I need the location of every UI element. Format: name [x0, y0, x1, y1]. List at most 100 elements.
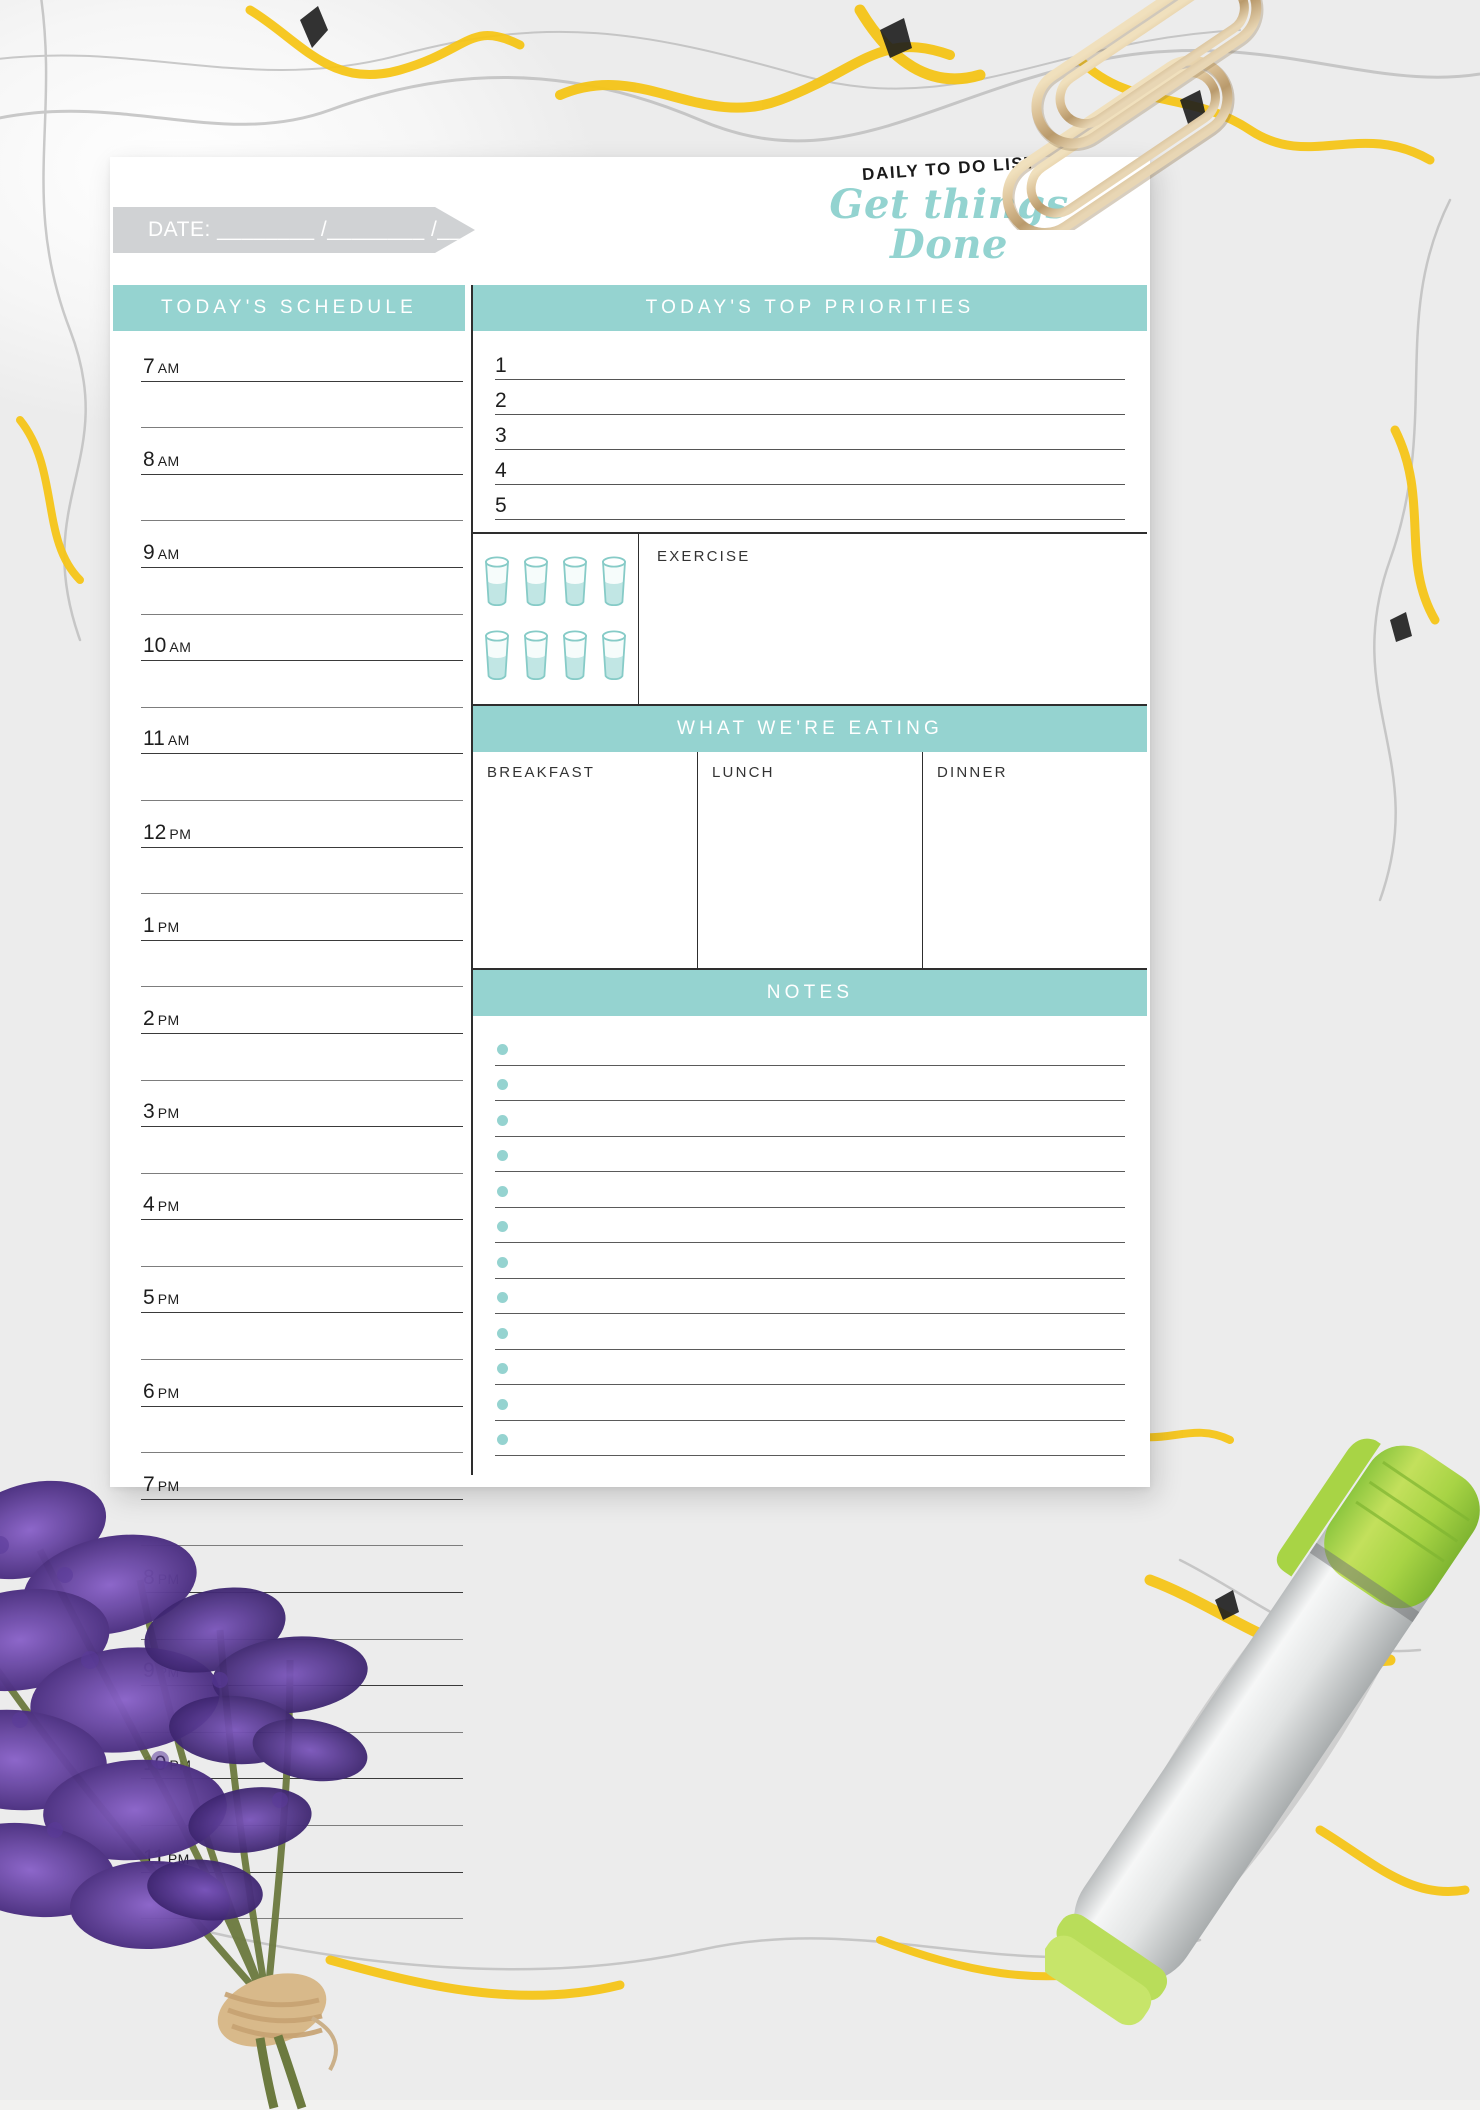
schedule-row[interactable] [113, 754, 471, 801]
schedule-row[interactable] [113, 1500, 471, 1547]
note-row[interactable] [495, 1208, 1125, 1243]
meals-row: BREAKFAST LUNCH DINNER [473, 752, 1147, 970]
water-exercise-row: EXERCISE [473, 534, 1147, 706]
date-banner[interactable]: DATE: ________ /________ /________ [113, 207, 475, 253]
schedule-row[interactable] [113, 1593, 471, 1640]
schedule-row[interactable] [113, 941, 471, 988]
schedule-time-label: 8 PM [143, 1566, 180, 1590]
schedule-row[interactable]: 9 AM [113, 521, 471, 568]
schedule-row[interactable] [113, 1873, 471, 1920]
water-glass-icon[interactable] [483, 628, 511, 685]
schedule-time-label: 7 AM [143, 354, 180, 378]
schedule-row[interactable]: 8 AM [113, 428, 471, 475]
priority-row[interactable]: 3 [495, 415, 1125, 450]
water-glass-icon[interactable] [561, 628, 589, 685]
water-glass-icon[interactable] [522, 628, 550, 685]
meal-label: DINNER [937, 764, 1008, 781]
schedule-time-label: 12 PM [143, 820, 192, 844]
water-glass-icon[interactable] [600, 628, 628, 685]
note-rule [495, 1455, 1125, 1456]
schedule-row[interactable] [113, 475, 471, 522]
schedule-time-label: 11 PM [143, 1845, 190, 1869]
water-glass-icon[interactable] [600, 554, 628, 611]
schedule-row[interactable] [113, 1779, 471, 1826]
schedule-row[interactable]: 12 PM [113, 801, 471, 848]
priority-row[interactable]: 4 [495, 450, 1125, 485]
schedule-row[interactable]: 11 PM [113, 1826, 471, 1873]
schedule-time-label: 1 PM [143, 913, 180, 937]
priority-row[interactable]: 5 [495, 485, 1125, 520]
date-field-label: DATE: ________ /________ /________ [148, 218, 535, 241]
schedule-time-label: 9 PM [143, 1659, 180, 1683]
priority-number: 1 [495, 354, 507, 377]
schedule-row[interactable] [113, 1686, 471, 1733]
note-row[interactable] [495, 1350, 1125, 1385]
note-row[interactable] [495, 1421, 1125, 1456]
meal-cell[interactable]: LUNCH [697, 752, 922, 968]
schedule-row[interactable] [113, 1313, 471, 1361]
note-row[interactable] [495, 1314, 1125, 1350]
schedule-time-label: 10 AM [143, 634, 192, 658]
schedule-time-label: 10 PM [143, 1752, 192, 1776]
meal-label: BREAKFAST [487, 764, 596, 781]
exercise-box[interactable]: EXERCISE [639, 534, 1147, 704]
schedule-time-label: 11 AM [143, 727, 190, 751]
schedule-row[interactable] [113, 1127, 471, 1174]
water-glass-icon[interactable] [483, 554, 511, 611]
priority-rule [495, 519, 1125, 520]
note-bullet-icon [497, 1221, 508, 1232]
note-row[interactable] [495, 1101, 1125, 1137]
note-bullet-icon [497, 1185, 508, 1197]
schedule-row[interactable]: 11 AM [113, 708, 471, 755]
schedule-row[interactable]: 10 AM [113, 615, 471, 662]
schedule-row[interactable]: 7 PM [113, 1453, 471, 1500]
note-row[interactable] [495, 1030, 1125, 1066]
schedule-row[interactable]: 7 AM [113, 335, 471, 382]
note-bullet-icon [497, 1292, 508, 1303]
schedule-row[interactable] [113, 661, 471, 708]
note-bullet-icon [497, 1150, 508, 1161]
schedule-row[interactable]: 4 PM [113, 1174, 471, 1221]
note-bullet-icon [497, 1327, 508, 1339]
schedule-row[interactable] [113, 1407, 471, 1454]
note-row[interactable] [495, 1066, 1125, 1101]
water-glass-icon[interactable] [522, 554, 550, 611]
schedule-time-label: 9 AM [143, 540, 180, 564]
schedule-row[interactable]: 10 PM [113, 1733, 471, 1780]
schedule-row[interactable]: 8 PM [113, 1546, 471, 1594]
schedule-row[interactable] [113, 848, 471, 895]
note-row[interactable] [495, 1243, 1125, 1279]
brand-block: DAILY TO DO LIST Get things Done [784, 153, 1114, 265]
schedule-row[interactable]: 6 PM [113, 1360, 471, 1407]
note-row[interactable] [495, 1172, 1125, 1208]
schedule-row[interactable]: 9 PM [113, 1640, 471, 1687]
note-row[interactable] [495, 1137, 1125, 1172]
schedule-time-label: 4 PM [143, 1193, 180, 1217]
water-glass-icon[interactable] [561, 554, 589, 611]
note-bullet-icon [497, 1398, 508, 1410]
schedule-time-label: 2 PM [143, 1006, 180, 1030]
schedule-row[interactable] [113, 1034, 471, 1081]
schedule-row[interactable]: 2 PM [113, 987, 471, 1034]
note-row[interactable] [495, 1279, 1125, 1314]
schedule-header: TODAY'S SCHEDULE [113, 285, 465, 331]
priority-row[interactable]: 1 [495, 345, 1125, 380]
priority-row[interactable]: 2 [495, 380, 1125, 415]
schedule-row[interactable]: 5 PM [113, 1267, 471, 1314]
priority-number: 3 [495, 424, 507, 447]
schedule-time-label: 5 PM [143, 1286, 180, 1310]
note-row[interactable] [495, 1385, 1125, 1421]
meal-cell[interactable]: DINNER [922, 752, 1147, 968]
schedule-row[interactable] [113, 382, 471, 429]
priorities-header: TODAY'S TOP PRIORITIES [473, 285, 1147, 331]
schedule-row[interactable] [113, 568, 471, 615]
meal-cell[interactable]: BREAKFAST [473, 752, 697, 968]
schedule-column: TODAY'S SCHEDULE 7 AM 8 AM 9 AM 10 AM 11 AM 12 PM 1 P… [113, 285, 471, 1920]
schedule-row[interactable] [113, 1220, 471, 1267]
schedule-row[interactable]: 1 PM [113, 894, 471, 941]
planner-page: DATE: ________ /________ /________ DAILY… [110, 153, 1150, 1920]
planner-grid: TODAY'S SCHEDULE 7 AM 8 AM 9 AM 10 AM 11 AM 12 PM 1 P… [113, 285, 1147, 1920]
right-column: TODAY'S TOP PRIORITIES 1 2 3 45 EXERCISE WH… [471, 285, 1147, 1475]
note-bullet-icon [497, 1043, 508, 1055]
schedule-row[interactable]: 3 PM [113, 1081, 471, 1128]
